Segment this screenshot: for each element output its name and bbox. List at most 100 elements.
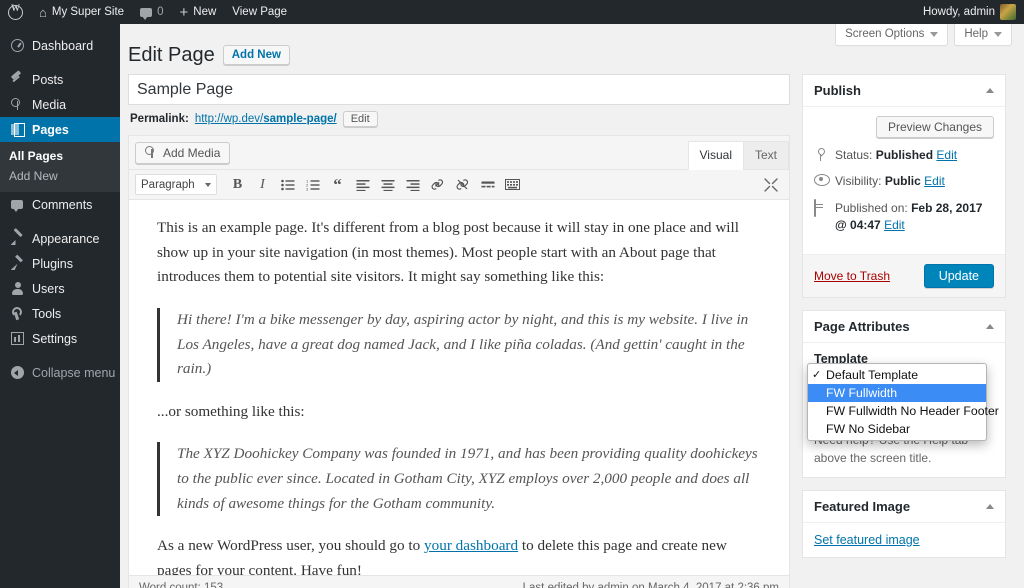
sidebar-item-label: Posts: [32, 73, 63, 87]
featured-image-box: Featured Image Set featured image: [802, 490, 1006, 558]
template-option-fw-fullwidth-no-header-footer[interactable]: FW Fullwidth No Header Footer: [808, 402, 986, 420]
sidebar-item-plugins[interactable]: Plugins: [0, 251, 120, 276]
post-title-input[interactable]: [128, 74, 790, 105]
svg-text:3: 3: [306, 186, 309, 190]
bulleted-list-icon[interactable]: [275, 174, 300, 196]
user-icon: [9, 281, 25, 297]
edit-published-link[interactable]: Edit: [884, 218, 905, 232]
paragraph-3-before: As a new WordPress user, you should go t…: [157, 537, 424, 554]
bold-icon[interactable]: B: [225, 174, 250, 196]
align-left-icon[interactable]: [350, 174, 375, 196]
italic-icon[interactable]: I: [250, 174, 275, 196]
edit-status-link[interactable]: Edit: [936, 148, 957, 162]
blockquote-icon[interactable]: “: [325, 174, 350, 196]
page-attributes-header[interactable]: Page Attributes: [803, 311, 1005, 343]
my-account-menu[interactable]: Howdy, admin: [915, 0, 1024, 24]
dashboard-icon: [9, 38, 25, 54]
publish-actions: Move to Trash Update: [803, 254, 1005, 297]
editor-toolbar: Paragraph B I 123 “: [129, 170, 789, 200]
page-title: Edit Page: [128, 42, 215, 68]
sidebar-subitem-add-new[interactable]: Add New: [0, 166, 120, 186]
set-featured-image-link[interactable]: Set featured image: [814, 533, 920, 547]
comment-count: 0: [157, 6, 163, 18]
tab-visual[interactable]: Visual: [688, 141, 744, 170]
sidebar-item-dashboard[interactable]: Dashboard: [0, 33, 120, 58]
menu-spacer: [0, 217, 120, 226]
template-option-label: FW Fullwidth: [826, 386, 897, 400]
site-name-label: My Super Site: [52, 6, 124, 18]
read-more-icon[interactable]: [475, 174, 500, 196]
tab-text[interactable]: Text: [743, 141, 789, 170]
sidebar-item-settings[interactable]: Settings: [0, 326, 120, 351]
insert-link-icon[interactable]: [425, 174, 450, 196]
view-page-link[interactable]: View Page: [224, 0, 295, 24]
numbered-list-icon[interactable]: 123: [300, 174, 325, 196]
sidebar-item-appearance[interactable]: Appearance: [0, 226, 120, 251]
fullscreen-icon[interactable]: [758, 174, 783, 196]
content-paragraph-2: ...or something like this:: [157, 400, 761, 425]
add-new-button[interactable]: Add New: [223, 45, 290, 65]
sidebar-item-comments[interactable]: Comments: [0, 192, 120, 217]
unlink-icon[interactable]: [450, 174, 475, 196]
sidebar-item-media[interactable]: Media: [0, 92, 120, 117]
content-blockquote-2: The XYZ Doohickey Company was founded in…: [157, 442, 761, 516]
new-label: New: [193, 6, 216, 18]
add-media-button[interactable]: Add Media: [135, 142, 230, 164]
wordpress-logo-menu[interactable]: [0, 0, 31, 24]
preview-changes-button[interactable]: Preview Changes: [876, 116, 994, 138]
edit-permalink-button[interactable]: Edit: [343, 111, 378, 127]
post-body-content: Permalink: http://wp.dev/sample-page/ Ed…: [128, 74, 790, 588]
content-paragraph-1: This is an example page. It's different …: [157, 216, 761, 290]
pages-submenu: All Pages Add New: [0, 142, 120, 192]
template-option-fw-fullwidth[interactable]: FW Fullwidth: [808, 384, 986, 402]
format-select-value: Paragraph: [141, 179, 195, 191]
pages-icon: [9, 122, 25, 138]
align-right-icon[interactable]: [400, 174, 425, 196]
chevron-down-icon: [205, 183, 211, 187]
menu-spacer: [0, 351, 120, 360]
sidebar-subitem-all-pages[interactable]: All Pages: [0, 146, 120, 166]
site-name-menu[interactable]: ⌂ My Super Site: [31, 0, 132, 24]
chevron-up-icon[interactable]: [986, 504, 994, 509]
publish-box-header[interactable]: Publish: [803, 75, 1005, 107]
permalink-link[interactable]: http://wp.dev/sample-page/: [195, 113, 337, 125]
publish-box-body: Preview Changes Status: Published Edit V…: [803, 107, 1005, 254]
sidebar-item-tools[interactable]: Tools: [0, 301, 120, 326]
screen-options-button[interactable]: Screen Options: [835, 24, 948, 46]
move-to-trash-link[interactable]: Move to Trash: [814, 269, 890, 283]
visibility-text: Visibility: Public Edit: [835, 173, 945, 190]
visibility-value: Public: [885, 174, 921, 188]
toolbar-toggle-icon[interactable]: [500, 174, 525, 196]
new-content-menu[interactable]: + New: [172, 0, 225, 24]
publish-box: Publish Preview Changes Status: Publishe…: [802, 74, 1006, 298]
chevron-up-icon[interactable]: [986, 88, 994, 93]
comments-menu[interactable]: 0: [132, 0, 171, 24]
template-select-dropdown[interactable]: ✓ Default Template FW Fullwidth FW Fullw…: [807, 363, 987, 441]
sidebar-item-pages[interactable]: Pages: [0, 117, 120, 142]
chevron-up-icon[interactable]: [986, 324, 994, 329]
featured-image-header[interactable]: Featured Image: [803, 491, 1005, 523]
status-label: Status:: [835, 148, 872, 162]
permalink-slug: sample-page/: [263, 113, 337, 125]
visibility-label: Visibility:: [835, 174, 881, 188]
settings-gear-icon: [9, 331, 25, 347]
help-button[interactable]: Help: [954, 24, 1012, 46]
template-option-default[interactable]: ✓ Default Template: [808, 366, 986, 384]
sidebar-collapse-menu[interactable]: Collapse menu: [0, 360, 120, 385]
view-page-label: View Page: [232, 6, 287, 18]
sidebar-item-posts[interactable]: Posts: [0, 67, 120, 92]
content-paragraph-3: As a new WordPress user, you should go t…: [157, 534, 761, 575]
editor-columns: Permalink: http://wp.dev/sample-page/ Ed…: [128, 74, 1024, 588]
template-option-fw-no-sidebar[interactable]: FW No Sidebar: [808, 420, 986, 438]
update-button[interactable]: Update: [924, 264, 994, 288]
post-content-editor[interactable]: This is an example page. It's different …: [129, 200, 789, 575]
sidebar-item-users[interactable]: Users: [0, 276, 120, 301]
comment-bubble-icon: [140, 8, 152, 17]
edit-visibility-link[interactable]: Edit: [924, 174, 945, 188]
wordpress-logo-icon: [8, 5, 23, 20]
paragraph-format-select[interactable]: Paragraph: [135, 174, 217, 195]
editor-container: Add Media Visual Text Paragraph B: [128, 135, 790, 588]
dashboard-link[interactable]: your dashboard: [424, 537, 518, 554]
align-center-icon[interactable]: [375, 174, 400, 196]
sidebar-item-label: Settings: [32, 332, 77, 346]
